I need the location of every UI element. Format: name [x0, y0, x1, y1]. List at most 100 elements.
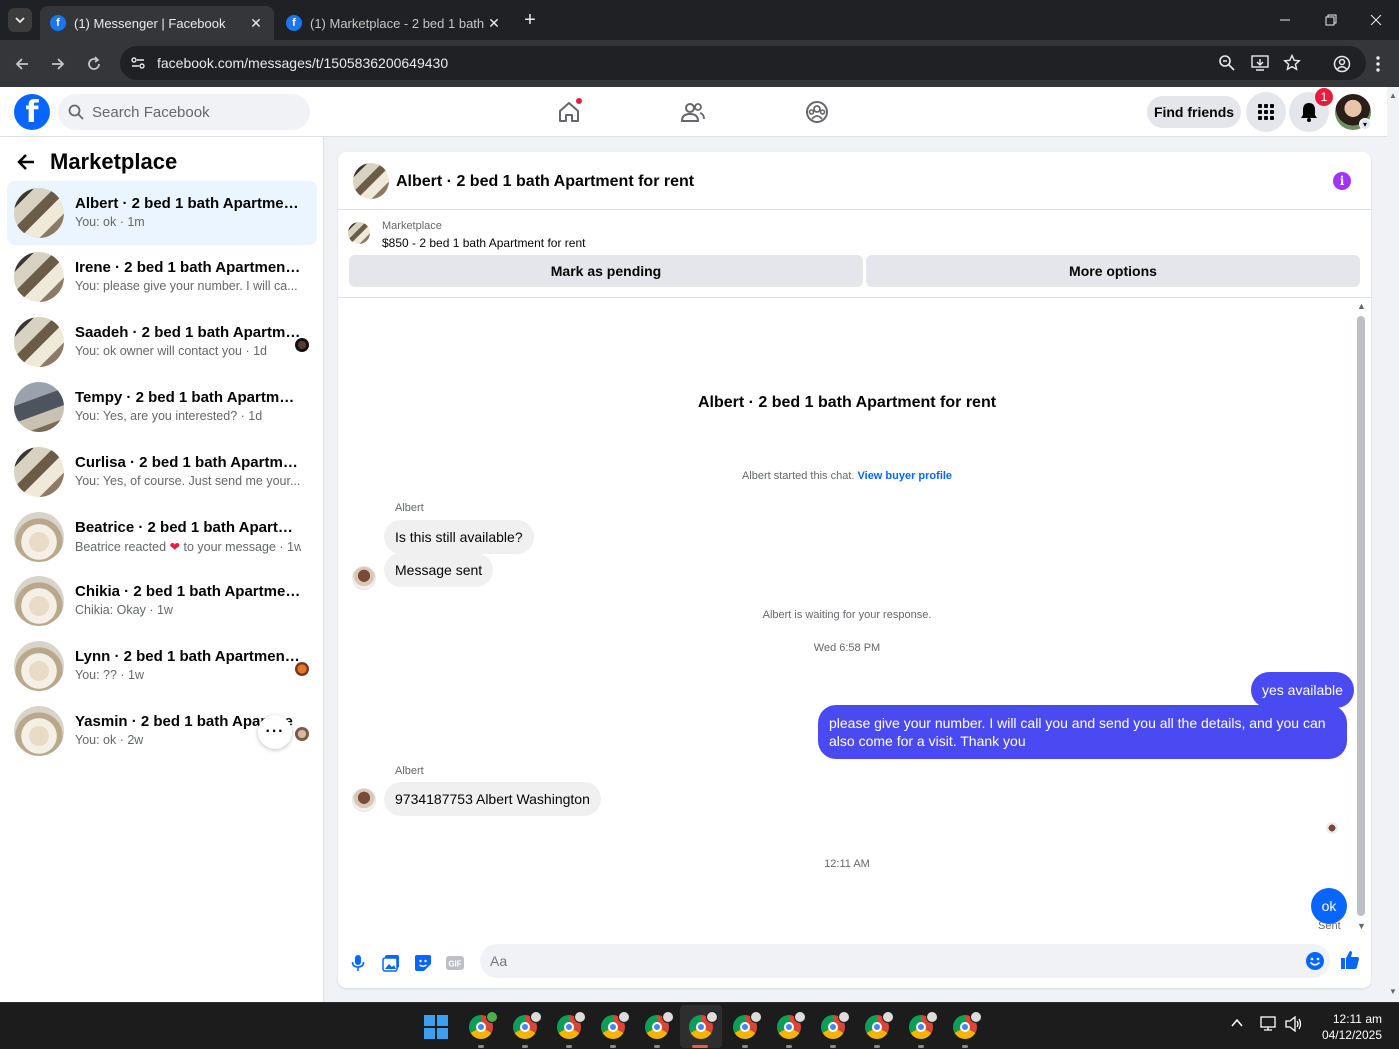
- browser-tab-messenger[interactable]: f (1) Messenger | Facebook ✕: [40, 6, 274, 40]
- notification-count-badge: 1: [1315, 88, 1333, 106]
- incoming-message[interactable]: Message sent: [384, 553, 494, 587]
- home-notification-dot: [575, 97, 583, 105]
- page-scrollbar[interactable]: ▲ ▼: [1387, 87, 1399, 1002]
- search-box[interactable]: [58, 94, 310, 130]
- sender-avatar[interactable]: [352, 788, 376, 812]
- tray-chevron-up-icon[interactable]: [1230, 1016, 1244, 1030]
- conversation-snippet: You: ok owner will contact you · 1d: [75, 344, 268, 358]
- close-window-icon[interactable]: [1353, 0, 1399, 40]
- close-tab-icon[interactable]: ✕: [248, 15, 264, 31]
- browser-toolbar: facebook.com/messages/t/1505836200649430: [0, 40, 1399, 87]
- thumbs-up-icon[interactable]: [1339, 949, 1361, 971]
- conversation-name: Saadeh · 2 bed 1 bath Apartmen...: [75, 324, 301, 341]
- back-arrow-icon[interactable]: [16, 152, 36, 172]
- windows-start-icon[interactable]: [424, 1015, 448, 1039]
- search-input[interactable]: [92, 103, 292, 121]
- scroll-down-arrow-icon[interactable]: ▼: [1357, 922, 1366, 931]
- chat-started-text: Albert started this chat.: [741, 470, 855, 482]
- conversation-item[interactable]: Lynn · 2 bed 1 bath Apartment f... You: …: [7, 634, 317, 698]
- restore-icon[interactable]: [1308, 0, 1354, 40]
- tab-search-chevron-icon[interactable]: [8, 8, 32, 32]
- back-arrow-icon[interactable]: [10, 52, 34, 76]
- conversation-item[interactable]: Beatrice · 2 bed 1 bath Apartment ... Be…: [7, 505, 317, 569]
- browser-tab-marketplace[interactable]: f (1) Marketplace - 2 bed 1 bath A ✕: [276, 6, 512, 40]
- attach-image-icon[interactable]: [380, 952, 402, 974]
- sender-avatar[interactable]: [352, 566, 376, 590]
- conversation-snippet: You: ?? · 1w: [75, 668, 145, 682]
- outgoing-message[interactable]: please give your number. I will call you…: [818, 705, 1347, 759]
- conversation-item[interactable]: Irene · 2 bed 1 bath Apartment for ... Y…: [7, 245, 317, 309]
- account-chevron-down-icon[interactable]: ▾: [1359, 118, 1371, 130]
- conversation-item[interactable]: Chikia · 2 bed 1 bath Apartment fo... Ch…: [7, 569, 317, 633]
- chat-listing-thumbnail[interactable]: [353, 163, 389, 199]
- listing-thumbnail: [14, 576, 64, 626]
- message-input[interactable]: [490, 953, 1270, 969]
- minimize-icon[interactable]: [1262, 0, 1308, 40]
- new-tab-icon[interactable]: +: [520, 9, 540, 31]
- incoming-message[interactable]: 9734187753 Albert Washington: [384, 782, 601, 816]
- message-input-box[interactable]: [480, 944, 1330, 978]
- sidebar-title: Marketplace: [50, 149, 178, 174]
- running-indicator: [610, 1045, 616, 1048]
- listing-thumbnail[interactable]: [348, 222, 370, 244]
- close-tab-icon[interactable]: ✕: [486, 15, 502, 31]
- mark-as-pending-button[interactable]: Mark as pending: [349, 255, 863, 287]
- profile-badge-icon: [750, 1011, 762, 1023]
- menu-grid-icon[interactable]: [1246, 92, 1286, 132]
- conversation-snippet: You: please give your number. I will ca.…: [75, 279, 301, 293]
- page-scroll-up-icon[interactable]: ▲: [1389, 91, 1397, 100]
- outgoing-message[interactable]: ok: [1311, 888, 1347, 924]
- browser-tab-bar: f (1) Messenger | Facebook ✕ f (1) Marke…: [0, 0, 1399, 40]
- heart-reaction-icon: ❤: [169, 540, 180, 554]
- reload-icon[interactable]: [82, 52, 106, 76]
- find-friends-button[interactable]: Find friends: [1147, 96, 1241, 128]
- zoom-icon[interactable]: [1218, 54, 1236, 72]
- clock-date: 04/12/2025: [1321, 1028, 1382, 1042]
- timestamp: 12:11 AM: [824, 858, 870, 870]
- read-receipt-avatar: [295, 662, 309, 676]
- running-indicator: [830, 1045, 836, 1048]
- sticker-icon[interactable]: [412, 952, 434, 974]
- conversation-item[interactable]: Curlisa · 2 bed 1 bath Apartment f... Yo…: [7, 440, 317, 504]
- network-icon[interactable]: [1260, 1016, 1278, 1032]
- read-receipt-avatar: [295, 727, 309, 741]
- conversation-item[interactable]: Albert · 2 bed 1 bath Apartment fo... Yo…: [7, 181, 317, 245]
- system-clock[interactable]: 12:11 am 04/12/2025: [1300, 1011, 1382, 1043]
- conversation-item[interactable]: Saadeh · 2 bed 1 bath Apartmen... You: o…: [7, 310, 317, 374]
- profile-badge-icon: [794, 1011, 806, 1023]
- emoji-icon[interactable]: [1304, 950, 1326, 972]
- groups-icon[interactable]: [804, 99, 830, 125]
- message-list[interactable]: Albert · 2 bed 1 bath Apartment for rent…: [338, 299, 1371, 939]
- clock-time: 12:11 am: [1332, 1012, 1382, 1026]
- info-icon[interactable]: i: [1333, 172, 1351, 190]
- chat-title[interactable]: Albert · 2 bed 1 bath Apartment for rent: [396, 173, 694, 191]
- chat-started-note: Albert started this chat. View buyer pro…: [338, 470, 1356, 482]
- facebook-logo-icon[interactable]: f: [14, 94, 50, 130]
- running-indicator: [654, 1045, 660, 1048]
- conversation-snippet: Chikia: Okay · 1w: [75, 603, 173, 617]
- profile-icon[interactable]: [1330, 52, 1354, 76]
- gif-icon[interactable]: GIF: [444, 952, 466, 974]
- microphone-icon[interactable]: [347, 952, 369, 974]
- bookmark-star-icon[interactable]: [1283, 54, 1301, 72]
- browser-menu-icon[interactable]: [1366, 52, 1390, 76]
- outgoing-message[interactable]: yes available: [1251, 672, 1354, 708]
- conversation-item[interactable]: Tempy · 2 bed 1 bath Apartment f... You:…: [7, 375, 317, 439]
- search-icon: [68, 104, 84, 120]
- install-app-icon[interactable]: [1251, 54, 1269, 72]
- profile-badge-icon: [486, 1011, 498, 1023]
- site-settings-icon[interactable]: [129, 54, 147, 72]
- page-scroll-down-icon[interactable]: ▼: [1389, 987, 1397, 996]
- listing-price[interactable]: $850 - 2 bed 1 bath Apartment for rent: [382, 236, 585, 250]
- conversation-more-options-button[interactable]: ···: [258, 715, 292, 749]
- incoming-message[interactable]: Is this still available?: [384, 520, 534, 554]
- forward-arrow-icon[interactable]: [46, 52, 70, 76]
- friends-icon[interactable]: [680, 99, 706, 125]
- more-options-button[interactable]: More options: [866, 255, 1360, 287]
- view-buyer-profile-link[interactable]: View buyer profile: [858, 470, 953, 482]
- sender-name: Albert: [395, 765, 424, 777]
- profile-badge-icon: [618, 1011, 630, 1023]
- address-bar[interactable]: facebook.com/messages/t/1505836200649430: [120, 46, 1366, 80]
- chat-scrollbar[interactable]: [1357, 316, 1365, 916]
- scroll-up-arrow-icon[interactable]: ▲: [1357, 302, 1366, 311]
